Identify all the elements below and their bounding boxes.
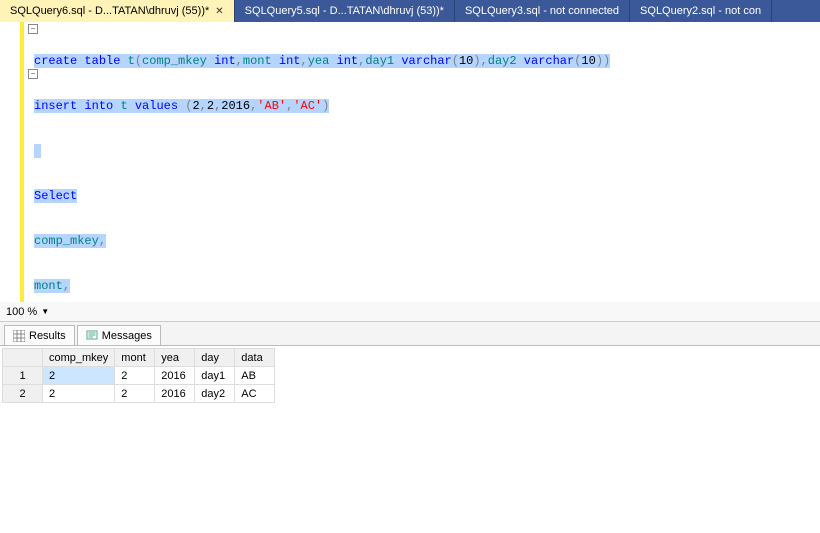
tab-results[interactable]: Results [4,325,75,345]
grid-cell[interactable]: day1 [195,367,235,385]
close-icon[interactable]: ✕ [215,6,223,17]
tab-label: SQLQuery5.sql - D...TATAN\dhruvj (53))* [245,5,444,17]
col-header[interactable]: comp_mkey [43,349,115,367]
row-number[interactable]: 2 [3,385,43,403]
col-header[interactable]: yea [155,349,195,367]
zoom-value: 100 % [6,306,37,318]
tab-messages-label: Messages [102,330,152,342]
col-header[interactable]: mont [115,349,155,367]
tab-label: SQLQuery6.sql - D...TATAN\dhruvj (55))* [10,5,209,17]
tab-bar: SQLQuery6.sql - D...TATAN\dhruvj (55))* … [0,0,820,22]
fold-icon[interactable]: − [28,24,38,34]
grid-cell[interactable]: 2016 [155,385,195,403]
changed-lines-indicator: − − [20,22,24,302]
grid-cell[interactable]: 2 [43,385,115,403]
grid-cell[interactable]: 2 [115,367,155,385]
message-icon [86,330,98,342]
tab-query3[interactable]: SQLQuery3.sql - not connected [455,0,630,22]
grid-row[interactable]: 2 2 2 2016 day2 AC [3,385,275,403]
zoom-dropdown[interactable]: ▼ [41,307,49,316]
fold-icon[interactable]: − [28,69,38,79]
grid-cell[interactable]: day2 [195,385,235,403]
grid-row[interactable]: 1 2 2 2016 day1 AB [3,367,275,385]
grid-header-row: comp_mkey mont yea day data [3,349,275,367]
grid-cell[interactable]: 2 [43,367,115,385]
zoom-bar: 100 % ▼ [0,302,820,322]
grid-cell[interactable]: AB [235,367,275,385]
grid-icon [13,330,25,342]
editor: − − create table t(comp_mkey int,mont in… [0,22,820,302]
results-grid[interactable]: comp_mkey mont yea day data 1 2 2 2016 d… [2,348,275,403]
col-header[interactable]: data [235,349,275,367]
grid-cell[interactable]: 2016 [155,367,195,385]
code-area[interactable]: create table t(comp_mkey int,mont int,ye… [28,22,820,302]
tab-query5[interactable]: SQLQuery5.sql - D...TATAN\dhruvj (53))* [235,0,455,22]
tab-label: SQLQuery3.sql - not connected [465,5,619,17]
results-pane: comp_mkey mont yea day data 1 2 2 2016 d… [0,346,820,532]
gutter: − − [0,22,28,302]
results-tabs: Results Messages [0,322,820,346]
tab-query2[interactable]: SQLQuery2.sql - not con [630,0,772,22]
tab-results-label: Results [29,330,66,342]
tab-messages[interactable]: Messages [77,325,161,345]
col-header[interactable]: day [195,349,235,367]
tab-label: SQLQuery2.sql - not con [640,5,761,17]
row-number[interactable]: 1 [3,367,43,385]
grid-cell[interactable]: AC [235,385,275,403]
grid-corner [3,349,43,367]
grid-cell[interactable]: 2 [115,385,155,403]
tab-query6[interactable]: SQLQuery6.sql - D...TATAN\dhruvj (55))* … [0,0,235,22]
